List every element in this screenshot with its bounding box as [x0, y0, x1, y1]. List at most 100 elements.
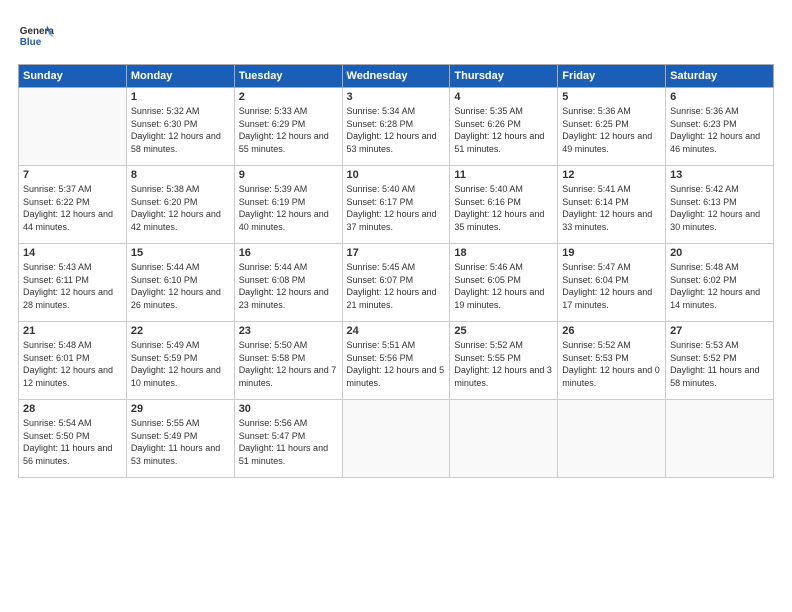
day-number: 20 — [670, 247, 769, 259]
day-number: 14 — [23, 247, 122, 259]
weekday-header: Sunday — [19, 65, 127, 88]
day-number: 28 — [23, 403, 122, 415]
cell-details: Sunrise: 5:44 AMSunset: 6:10 PMDaylight:… — [131, 261, 230, 311]
cell-details: Sunrise: 5:48 AMSunset: 6:02 PMDaylight:… — [670, 261, 769, 311]
cell-details: Sunrise: 5:39 AMSunset: 6:19 PMDaylight:… — [239, 183, 338, 233]
day-number: 21 — [23, 325, 122, 337]
calendar-cell: 4 Sunrise: 5:35 AMSunset: 6:26 PMDayligh… — [450, 88, 558, 166]
calendar-cell: 1 Sunrise: 5:32 AMSunset: 6:30 PMDayligh… — [126, 88, 234, 166]
cell-details: Sunrise: 5:35 AMSunset: 6:26 PMDaylight:… — [454, 105, 553, 155]
page-header: General Blue — [18, 18, 774, 54]
calendar-cell — [19, 88, 127, 166]
cell-details: Sunrise: 5:40 AMSunset: 6:17 PMDaylight:… — [347, 183, 446, 233]
weekday-header: Thursday — [450, 65, 558, 88]
calendar-cell: 23 Sunrise: 5:50 AMSunset: 5:58 PMDaylig… — [234, 322, 342, 400]
calendar-cell: 5 Sunrise: 5:36 AMSunset: 6:25 PMDayligh… — [558, 88, 666, 166]
cell-details: Sunrise: 5:47 AMSunset: 6:04 PMDaylight:… — [562, 261, 661, 311]
calendar-cell — [342, 400, 450, 478]
calendar-cell: 13 Sunrise: 5:42 AMSunset: 6:13 PMDaylig… — [666, 166, 774, 244]
cell-details: Sunrise: 5:41 AMSunset: 6:14 PMDaylight:… — [562, 183, 661, 233]
cell-details: Sunrise: 5:32 AMSunset: 6:30 PMDaylight:… — [131, 105, 230, 155]
day-number: 30 — [239, 403, 338, 415]
day-number: 29 — [131, 403, 230, 415]
cell-details: Sunrise: 5:42 AMSunset: 6:13 PMDaylight:… — [670, 183, 769, 233]
cell-details: Sunrise: 5:43 AMSunset: 6:11 PMDaylight:… — [23, 261, 122, 311]
calendar-cell: 22 Sunrise: 5:49 AMSunset: 5:59 PMDaylig… — [126, 322, 234, 400]
cell-details: Sunrise: 5:36 AMSunset: 6:25 PMDaylight:… — [562, 105, 661, 155]
calendar-cell: 26 Sunrise: 5:52 AMSunset: 5:53 PMDaylig… — [558, 322, 666, 400]
calendar-cell: 28 Sunrise: 5:54 AMSunset: 5:50 PMDaylig… — [19, 400, 127, 478]
logo-icon: General Blue — [18, 18, 54, 54]
day-number: 6 — [670, 91, 769, 103]
day-number: 18 — [454, 247, 553, 259]
cell-details: Sunrise: 5:51 AMSunset: 5:56 PMDaylight:… — [347, 339, 446, 389]
calendar-cell: 19 Sunrise: 5:47 AMSunset: 6:04 PMDaylig… — [558, 244, 666, 322]
cell-details: Sunrise: 5:33 AMSunset: 6:29 PMDaylight:… — [239, 105, 338, 155]
calendar-cell: 24 Sunrise: 5:51 AMSunset: 5:56 PMDaylig… — [342, 322, 450, 400]
cell-details: Sunrise: 5:56 AMSunset: 5:47 PMDaylight:… — [239, 417, 338, 467]
weekday-header: Saturday — [666, 65, 774, 88]
calendar-cell: 30 Sunrise: 5:56 AMSunset: 5:47 PMDaylig… — [234, 400, 342, 478]
day-number: 13 — [670, 169, 769, 181]
day-number: 19 — [562, 247, 661, 259]
calendar-cell — [558, 400, 666, 478]
day-number: 16 — [239, 247, 338, 259]
day-number: 2 — [239, 91, 338, 103]
calendar-cell: 6 Sunrise: 5:36 AMSunset: 6:23 PMDayligh… — [666, 88, 774, 166]
calendar-week-row: 14 Sunrise: 5:43 AMSunset: 6:11 PMDaylig… — [19, 244, 774, 322]
calendar-cell: 29 Sunrise: 5:55 AMSunset: 5:49 PMDaylig… — [126, 400, 234, 478]
day-number: 5 — [562, 91, 661, 103]
day-number: 3 — [347, 91, 446, 103]
weekday-header: Monday — [126, 65, 234, 88]
weekday-header: Wednesday — [342, 65, 450, 88]
calendar-cell: 14 Sunrise: 5:43 AMSunset: 6:11 PMDaylig… — [19, 244, 127, 322]
calendar-cell — [666, 400, 774, 478]
weekday-header: Tuesday — [234, 65, 342, 88]
calendar-cell: 8 Sunrise: 5:38 AMSunset: 6:20 PMDayligh… — [126, 166, 234, 244]
day-number: 25 — [454, 325, 553, 337]
calendar-cell: 18 Sunrise: 5:46 AMSunset: 6:05 PMDaylig… — [450, 244, 558, 322]
calendar-table: SundayMondayTuesdayWednesdayThursdayFrid… — [18, 64, 774, 478]
weekday-header: Friday — [558, 65, 666, 88]
day-number: 17 — [347, 247, 446, 259]
cell-details: Sunrise: 5:44 AMSunset: 6:08 PMDaylight:… — [239, 261, 338, 311]
cell-details: Sunrise: 5:52 AMSunset: 5:55 PMDaylight:… — [454, 339, 553, 389]
cell-details: Sunrise: 5:34 AMSunset: 6:28 PMDaylight:… — [347, 105, 446, 155]
calendar-week-row: 7 Sunrise: 5:37 AMSunset: 6:22 PMDayligh… — [19, 166, 774, 244]
cell-details: Sunrise: 5:49 AMSunset: 5:59 PMDaylight:… — [131, 339, 230, 389]
calendar-cell: 11 Sunrise: 5:40 AMSunset: 6:16 PMDaylig… — [450, 166, 558, 244]
calendar-cell: 21 Sunrise: 5:48 AMSunset: 6:01 PMDaylig… — [19, 322, 127, 400]
cell-details: Sunrise: 5:48 AMSunset: 6:01 PMDaylight:… — [23, 339, 122, 389]
cell-details: Sunrise: 5:53 AMSunset: 5:52 PMDaylight:… — [670, 339, 769, 389]
calendar-cell: 17 Sunrise: 5:45 AMSunset: 6:07 PMDaylig… — [342, 244, 450, 322]
calendar-cell: 10 Sunrise: 5:40 AMSunset: 6:17 PMDaylig… — [342, 166, 450, 244]
logo: General Blue — [18, 18, 54, 54]
day-number: 24 — [347, 325, 446, 337]
day-number: 7 — [23, 169, 122, 181]
cell-details: Sunrise: 5:55 AMSunset: 5:49 PMDaylight:… — [131, 417, 230, 467]
calendar-cell: 3 Sunrise: 5:34 AMSunset: 6:28 PMDayligh… — [342, 88, 450, 166]
day-number: 10 — [347, 169, 446, 181]
day-number: 22 — [131, 325, 230, 337]
day-number: 4 — [454, 91, 553, 103]
day-number: 26 — [562, 325, 661, 337]
cell-details: Sunrise: 5:45 AMSunset: 6:07 PMDaylight:… — [347, 261, 446, 311]
cell-details: Sunrise: 5:38 AMSunset: 6:20 PMDaylight:… — [131, 183, 230, 233]
calendar-cell: 12 Sunrise: 5:41 AMSunset: 6:14 PMDaylig… — [558, 166, 666, 244]
calendar-week-row: 21 Sunrise: 5:48 AMSunset: 6:01 PMDaylig… — [19, 322, 774, 400]
calendar-cell: 7 Sunrise: 5:37 AMSunset: 6:22 PMDayligh… — [19, 166, 127, 244]
day-number: 9 — [239, 169, 338, 181]
day-number: 8 — [131, 169, 230, 181]
day-number: 15 — [131, 247, 230, 259]
calendar-cell: 15 Sunrise: 5:44 AMSunset: 6:10 PMDaylig… — [126, 244, 234, 322]
cell-details: Sunrise: 5:46 AMSunset: 6:05 PMDaylight:… — [454, 261, 553, 311]
cell-details: Sunrise: 5:54 AMSunset: 5:50 PMDaylight:… — [23, 417, 122, 467]
calendar-cell: 9 Sunrise: 5:39 AMSunset: 6:19 PMDayligh… — [234, 166, 342, 244]
day-number: 27 — [670, 325, 769, 337]
cell-details: Sunrise: 5:50 AMSunset: 5:58 PMDaylight:… — [239, 339, 338, 389]
calendar-week-row: 1 Sunrise: 5:32 AMSunset: 6:30 PMDayligh… — [19, 88, 774, 166]
weekday-header-row: SundayMondayTuesdayWednesdayThursdayFrid… — [19, 65, 774, 88]
cell-details: Sunrise: 5:36 AMSunset: 6:23 PMDaylight:… — [670, 105, 769, 155]
cell-details: Sunrise: 5:37 AMSunset: 6:22 PMDaylight:… — [23, 183, 122, 233]
day-number: 1 — [131, 91, 230, 103]
